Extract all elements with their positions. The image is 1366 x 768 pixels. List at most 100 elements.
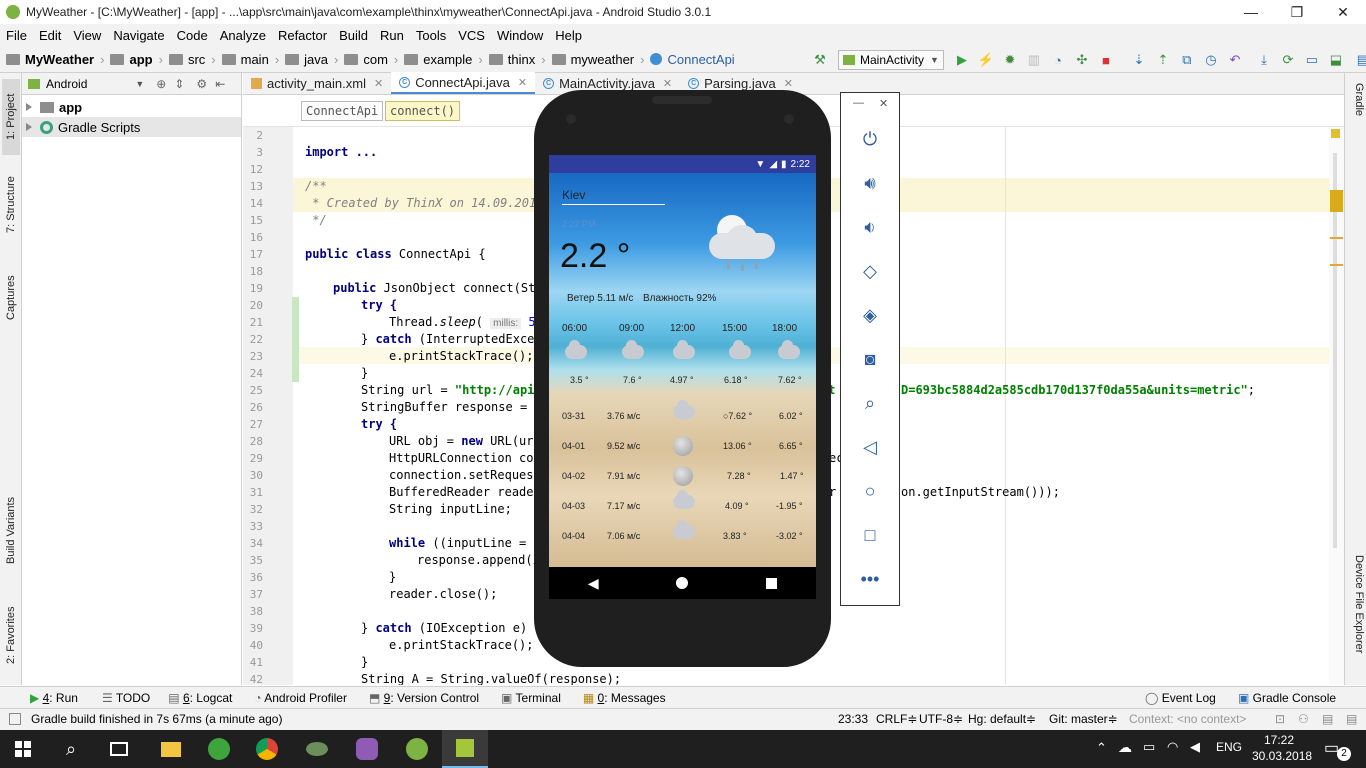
overview-icon[interactable]: □ <box>841 517 899 553</box>
city-field[interactable]: Kiev <box>562 188 585 202</box>
menu-file[interactable]: File <box>0 28 33 43</box>
run-icon[interactable]: ▶ <box>953 51 971 69</box>
highlight-level[interactable]: Hg: default≑ <box>968 712 1036 726</box>
run-config-select[interactable]: MainActivity ▼ <box>838 50 944 70</box>
revert-icon[interactable]: ↶ <box>1226 51 1244 69</box>
clock-date[interactable]: 30.03.2018 <box>1252 749 1312 763</box>
zoom-icon[interactable]: ⌕ <box>841 385 899 421</box>
turtle-app-icon[interactable] <box>294 730 340 768</box>
tab-logcat[interactable]: ▤ 6: Logcat <box>168 691 232 705</box>
cloud-icon[interactable]: ☁ <box>1118 739 1132 756</box>
rotate-left-icon[interactable]: ◇ <box>841 253 899 289</box>
tab-gradle-console[interactable]: ▣ Gradle Console <box>1238 691 1336 705</box>
maximize-button[interactable]: ❐ <box>1274 0 1320 24</box>
chevron-up-icon[interactable]: ⌃ <box>1096 740 1107 756</box>
caret-position[interactable]: 23:33 <box>838 712 868 726</box>
emulator-screen[interactable]: ▼ ◢ ▮ 2:22 Kiev 2:22 PM 2.2 ° Ветер 5.11… <box>549 155 816 599</box>
start-button[interactable] <box>0 730 46 768</box>
tree-item-gradle-scripts[interactable]: Gradle Scripts <box>22 117 241 137</box>
menu-tools[interactable]: Tools <box>410 28 452 43</box>
compare-icon[interactable]: ⧉ <box>1178 51 1196 69</box>
collapse-all-icon[interactable]: ⇕ <box>174 77 184 91</box>
scroll-from-source-icon[interactable]: ⊕ <box>156 77 166 91</box>
sync-gradle-icon[interactable]: ⟳ <box>1279 51 1297 69</box>
lock-icon[interactable]: ⊡ <box>1275 712 1285 726</box>
expand-arrow-icon[interactable] <box>26 103 32 111</box>
volume-down-icon[interactable]: 🔉︎ <box>841 209 899 245</box>
tab-terminal[interactable]: ▣ Terminal <box>501 691 561 705</box>
menu-refactor[interactable]: Refactor <box>272 28 333 43</box>
language-indicator[interactable]: ENG <box>1216 740 1242 754</box>
make-project-icon[interactable]: ⚒ <box>811 51 829 69</box>
chevron-down-icon[interactable]: ▼ <box>135 79 144 89</box>
vcs-commit-icon[interactable]: ⇡ <box>1154 51 1172 69</box>
tab-run[interactable]: ▶ 4: Run <box>30 691 78 705</box>
menu-analyze[interactable]: Analyze <box>214 28 272 43</box>
attach-debugger-icon[interactable]: ✣ <box>1073 51 1091 69</box>
close-button[interactable]: ✕ <box>1320 0 1366 24</box>
file-explorer-icon[interactable] <box>148 730 194 768</box>
breadcrumb-example[interactable]: example › <box>398 52 483 67</box>
breadcrumb-com[interactable]: com › <box>338 52 398 67</box>
tool-project[interactable]: 1: Project <box>2 79 20 155</box>
menu-help[interactable]: Help <box>549 28 588 43</box>
menu-navigate[interactable]: Navigate <box>107 28 170 43</box>
tab-messages[interactable]: ▦ 0: Messages <box>583 691 666 705</box>
vcs-update-icon[interactable]: ⇣ <box>1130 51 1148 69</box>
tool-captures[interactable]: Captures <box>2 263 20 333</box>
tab-version-control[interactable]: ⬒ 9: Version Control <box>369 691 479 705</box>
profile-icon[interactable]: ◔ <box>1049 51 1067 69</box>
close-icon[interactable]: ✕ <box>663 77 672 90</box>
close-icon[interactable]: ✕ <box>374 77 383 90</box>
sdk-manager-icon[interactable]: ⤓ <box>1255 51 1273 69</box>
project-structure-icon[interactable]: ▤ <box>1354 51 1366 69</box>
tab-android-profiler[interactable]: ◔ Android Profiler <box>254 691 347 705</box>
gear-icon[interactable]: ⚙ <box>196 77 207 91</box>
menu-vcs[interactable]: VCS <box>452 28 491 43</box>
purple-app-icon[interactable] <box>344 730 390 768</box>
menu-build[interactable]: Build <box>333 28 374 43</box>
editor-crumb-method[interactable]: connect() <box>385 101 461 121</box>
tool-build-variants[interactable]: Build Variants <box>2 483 20 578</box>
breadcrumb-src[interactable]: src › <box>163 52 216 67</box>
rotate-right-icon[interactable]: ◈ <box>841 297 899 333</box>
line-separator[interactable]: CRLF≑ <box>876 712 917 726</box>
hide-panel-icon[interactable]: ⇤ <box>215 77 225 91</box>
volume-icon[interactable]: ◀︎ <box>1190 739 1200 755</box>
breadcrumb-thinx[interactable]: thinx › <box>483 52 546 67</box>
breadcrumb-myweather-pkg[interactable]: myweather › <box>546 52 644 67</box>
minimize-button[interactable]: — <box>1228 0 1274 24</box>
back-icon[interactable]: ◀ <box>588 575 599 592</box>
breadcrumb-connectapi[interactable]: ConnectApi <box>644 52 735 67</box>
memory-icon[interactable]: ▤ <box>1322 712 1333 726</box>
expand-arrow-icon[interactable] <box>26 123 32 131</box>
tab-activity-main-xml[interactable]: activity_main.xml ✕ <box>243 72 391 94</box>
editor-crumb-class[interactable]: ConnectApi <box>301 101 384 121</box>
menu-edit[interactable]: Edit <box>33 28 67 43</box>
more-icon[interactable]: ••• <box>841 561 899 597</box>
utorrent-icon[interactable] <box>196 730 242 768</box>
breadcrumb-java[interactable]: java › <box>279 52 338 67</box>
menu-code[interactable]: Code <box>171 28 214 43</box>
history-icon[interactable]: ◷ <box>1202 51 1220 69</box>
close-emulator-icon[interactable]: ✕ <box>879 97 888 110</box>
tree-item-app[interactable]: app <box>22 97 241 117</box>
tab-event-log[interactable]: ◯ Event Log <box>1145 691 1216 705</box>
tab-connectapi-java[interactable]: C ConnectApi.java ✕ <box>391 72 536 94</box>
breadcrumb-app[interactable]: app › <box>104 52 163 67</box>
status-message[interactable]: Gradle build finished in 7s 67ms (a minu… <box>31 712 282 726</box>
tool-gradle[interactable]: Gradle <box>1347 83 1365 143</box>
tool-favorites[interactable]: 2: Favorites <box>2 593 20 678</box>
tool-windows-icon[interactable] <box>9 713 21 725</box>
recents-icon[interactable] <box>766 577 778 589</box>
coverage-icon[interactable]: ▥ <box>1025 51 1043 69</box>
inspector-icon[interactable]: ⚇ <box>1298 712 1309 726</box>
breadcrumb-myweather[interactable]: MyWeather › <box>0 52 104 67</box>
camera-icon[interactable]: ◙ <box>841 341 899 377</box>
minimize-emulator-icon[interactable]: — <box>853 97 864 109</box>
clock-time[interactable]: 17:22 <box>1252 733 1306 747</box>
tab-todo[interactable]: ☰ TODO <box>102 691 150 705</box>
power-icon[interactable]: ⏻ <box>841 121 899 157</box>
volume-up-icon[interactable]: 🔊︎ <box>841 165 899 201</box>
tool-device-file-explorer[interactable]: Device File Explorer <box>1347 555 1365 675</box>
